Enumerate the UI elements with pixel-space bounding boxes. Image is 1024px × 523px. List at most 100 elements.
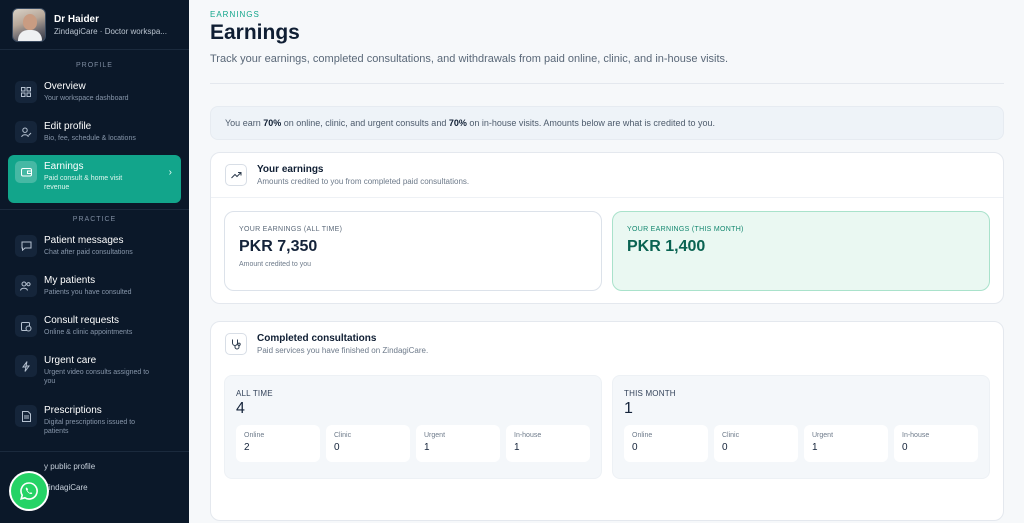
wallet-icon	[15, 161, 37, 183]
breakdown-name: In-house	[902, 432, 930, 439]
card-header: Your earnings Amounts credited to you fr…	[211, 153, 1003, 198]
consultations-this-month-label: THIS MONTH	[624, 389, 676, 398]
breakdown-in-house: In-house 0	[894, 425, 978, 462]
sidebar-item-label: Prescriptions	[44, 405, 102, 416]
page-description: Track your earnings, completed consultat…	[210, 53, 729, 65]
sidebar-item-label: Earnings	[44, 161, 84, 172]
breakdown-value: 1	[424, 442, 430, 453]
sidebar-item-consult-requests[interactable]: Consult requests Online & clinic appoint…	[8, 309, 181, 349]
notice-prefix: You earn	[225, 118, 264, 128]
earnings-this-month: YOUR EARNINGS (THIS MONTH) PKR 1,400	[612, 211, 990, 291]
sidebar-item-label: Patient messages	[44, 235, 124, 246]
breakdown-urgent: Urgent 1	[804, 425, 888, 462]
sidebar-item-urgent-care[interactable]: Urgent care Urgent video consults assign…	[8, 349, 181, 399]
completed-consultations-card: Completed consultations Paid services yo…	[210, 321, 1004, 521]
divider	[0, 209, 189, 210]
breakdown-online: Online 2	[236, 425, 320, 462]
notice-pct-online: 70%	[263, 118, 282, 128]
bolt-icon	[15, 355, 37, 377]
calendar-clock-icon	[15, 315, 37, 337]
users-icon	[15, 275, 37, 297]
sidebar: Dr Haider ZindagiCare · Doctor workspa..…	[0, 0, 189, 523]
page-title: Earnings	[210, 21, 300, 44]
breakdown-value: 0	[334, 442, 340, 453]
breakdown-online: Online 0	[624, 425, 708, 462]
sidebar-item-sub: Patients you have consulted	[44, 289, 132, 296]
breakdown-in-house: In-house 1	[506, 425, 590, 462]
breakdown-value: 0	[722, 442, 728, 453]
breakdown-name: Clinic	[334, 432, 352, 439]
divider	[0, 451, 189, 452]
sidebar-item-label: Urgent care	[44, 355, 97, 366]
sidebar-item-sub: Your workspace dashboard	[44, 95, 129, 102]
breakdown-urgent: Urgent 1	[416, 425, 500, 462]
breakdown-value: 0	[632, 442, 638, 453]
whatsapp-icon	[20, 482, 38, 500]
sidebar-item-sub: Bio, fee, schedule & locations	[44, 135, 136, 142]
notice-pct-inhouse: 70%	[448, 118, 467, 128]
breakdown-clinic: Clinic 0	[326, 425, 410, 462]
sidebar-item-edit-profile[interactable]: Edit profile Bio, fee, schedule & locati…	[8, 115, 181, 155]
breakdown-value: 2	[244, 442, 250, 453]
profile-header[interactable]: Dr Haider ZindagiCare · Doctor workspa..…	[0, 0, 189, 50]
sidebar-item-sub: Digital prescriptions issued to patients	[44, 419, 136, 435]
chevron-right-icon: ›	[168, 167, 172, 178]
earnings-all-time-value: PKR 7,350	[239, 238, 318, 255]
trending-up-icon	[225, 164, 247, 186]
notice-suffix: on in-house visits. Amounts below are wh…	[466, 118, 715, 128]
earnings-this-month-label: YOUR EARNINGS (THIS MONTH)	[627, 226, 744, 233]
sidebar-item-overview[interactable]: Overview Your workspace dashboard	[8, 75, 181, 115]
card-header: Completed consultations Paid services yo…	[211, 322, 1003, 366]
notice-middle: on online, clinic, and urgent consults a…	[281, 118, 449, 128]
sidebar-item-earnings[interactable]: Earnings Paid consult & home visit reven…	[8, 155, 181, 203]
avatar	[12, 7, 46, 42]
consultations-this-month: THIS MONTH 1 Online 0 Clinic 0 Urgent 1 In-…	[612, 375, 990, 479]
section-label-practice: PRACTICE	[72, 216, 117, 223]
earnings-all-time-label: YOUR EARNINGS (ALL TIME)	[239, 226, 343, 233]
public-profile-link[interactable]: y public profile	[0, 462, 189, 471]
consultations-all-time: ALL TIME 4 Online 2 Clinic 0 Urgent 1 In-ho…	[224, 375, 602, 479]
chat-icon	[15, 235, 37, 257]
sidebar-item-label: My patients	[44, 275, 96, 286]
document-icon	[15, 405, 37, 427]
card-title: Completed consultations	[257, 333, 377, 344]
card-subtitle: Amounts credited to you from completed p…	[257, 177, 470, 186]
grid-icon	[15, 81, 37, 103]
stethoscope-icon	[225, 333, 247, 355]
sidebar-item-prescriptions[interactable]: Prescriptions Digital prescriptions issu…	[8, 399, 181, 449]
sidebar-item-patient-messages[interactable]: Patient messages Chat after paid consult…	[8, 229, 181, 269]
breakdown-name: Urgent	[424, 432, 446, 439]
breakdown-name: Urgent	[812, 432, 834, 439]
sidebar-item-sub: Paid consult & home visit revenue	[44, 175, 123, 191]
breakdown-value: 1	[514, 442, 520, 453]
sidebar-item-sub: Chat after paid consultations	[44, 249, 133, 256]
earnings-all-time: YOUR EARNINGS (ALL TIME) PKR 7,350 Amoun…	[224, 211, 602, 291]
page-eyebrow: EARNINGS	[210, 10, 260, 19]
breakdown-name: In-house	[514, 432, 542, 439]
section-label-profile: PROFILE	[76, 62, 113, 69]
breakdown-name: Clinic	[722, 432, 740, 439]
earnings-this-month-value: PKR 1,400	[627, 238, 706, 255]
user-edit-icon	[15, 121, 37, 143]
sidebar-item-label: Consult requests	[44, 315, 120, 326]
breakdown-value: 0	[902, 442, 908, 453]
consultations-this-month-total: 1	[624, 400, 633, 417]
breakdown-clinic: Clinic 0	[714, 425, 798, 462]
sidebar-item-label: Overview	[44, 81, 86, 92]
user-name: Dr Haider	[54, 13, 100, 25]
sidebar-item-my-patients[interactable]: My patients Patients you have consulted	[8, 269, 181, 309]
earnings-all-time-note: Amount credited to you	[239, 261, 311, 268]
sidebar-item-label: Edit profile	[44, 121, 92, 132]
your-earnings-card: Your earnings Amounts credited to you fr…	[210, 152, 1004, 304]
whatsapp-button[interactable]	[9, 471, 49, 511]
user-subtitle: ZindagiCare · Doctor workspa...	[54, 26, 167, 36]
sidebar-item-sub: Online & clinic appointments	[44, 329, 133, 336]
breakdown-name: Online	[632, 432, 653, 439]
breakdown-value: 1	[812, 442, 818, 453]
consultations-all-time-total: 4	[236, 400, 245, 417]
breakdown-name: Online	[244, 432, 265, 439]
card-title: Your earnings	[257, 164, 324, 175]
consultations-all-time-label: ALL TIME	[236, 389, 273, 398]
sidebar-item-sub: Urgent video consults assigned to you	[44, 369, 150, 385]
earnings-share-notice: You earn 70% on online, clinic, and urge…	[210, 106, 1004, 140]
